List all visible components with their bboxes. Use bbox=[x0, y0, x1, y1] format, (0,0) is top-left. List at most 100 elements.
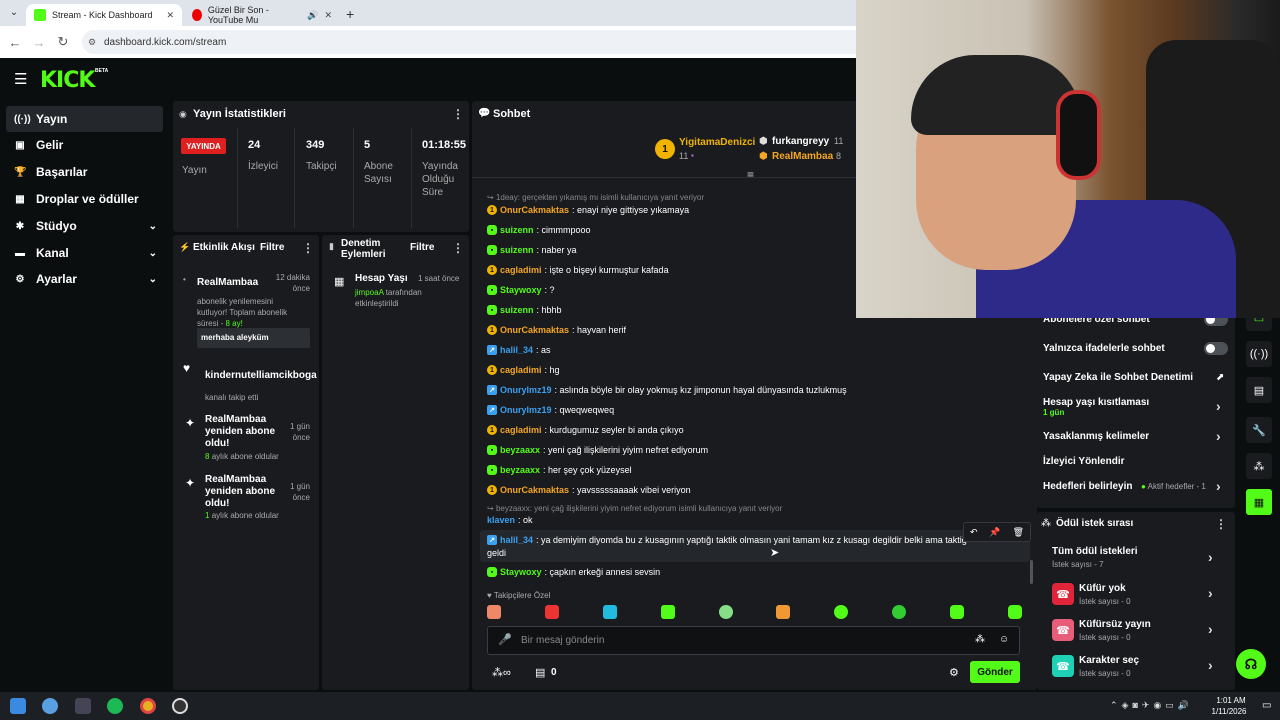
emotes-only-toggle[interactable] bbox=[1204, 342, 1228, 355]
site-info-icon[interactable]: ⚙ bbox=[88, 37, 96, 48]
points-icon[interactable]: ⁂∞ bbox=[492, 666, 511, 679]
chevron-right-icon[interactable]: › bbox=[1216, 428, 1221, 444]
chat-username[interactable]: OnurCakmaktas bbox=[500, 325, 569, 335]
chevron-right-icon[interactable]: › bbox=[1216, 478, 1221, 494]
reward-item[interactable]: Küfürsüz yayın bbox=[1079, 619, 1151, 630]
chat-message[interactable]: ▪ beyzaaxx: yeni çağ ilişkilerini yiyim n… bbox=[487, 445, 708, 455]
chat-username[interactable]: Onurylmz19 bbox=[500, 405, 552, 415]
chat-username[interactable]: halil_34 bbox=[500, 345, 533, 355]
url-field[interactable]: ⚙ dashboard.kick.com/stream bbox=[82, 30, 982, 54]
chat-username[interactable]: klaven bbox=[487, 515, 515, 525]
chat-message[interactable]: ▪ suizenn: cimmmpooo bbox=[487, 225, 591, 235]
chat-username[interactable]: cagladimi bbox=[500, 365, 542, 375]
chat-message[interactable]: ↗ Onurylmz19: qweqweqweq bbox=[487, 405, 614, 415]
kick-logo[interactable]: KICK bbox=[40, 68, 95, 93]
chat-username[interactable]: beyzaaxx bbox=[500, 445, 540, 455]
spotify-icon[interactable] bbox=[107, 698, 123, 714]
chat-message[interactable]: ↗ halil_34: ya demiyim diyomda bu z kusa… bbox=[487, 535, 967, 545]
reward-item[interactable]: Karakter seç bbox=[1079, 655, 1139, 666]
translate-icon[interactable]: ⁂ bbox=[975, 634, 985, 645]
chat-username[interactable]: Staywoxy bbox=[500, 567, 542, 577]
chat-message[interactable]: ▪ beyzaaxx: her şey çok yüzeysel bbox=[487, 465, 632, 475]
help-button[interactable]: ☊ bbox=[1236, 649, 1266, 679]
chevron-right-icon[interactable]: › bbox=[1208, 657, 1213, 673]
reply-icon[interactable]: ↶ bbox=[970, 527, 978, 538]
browser-tab-kick[interactable]: Stream - Kick Dashboard ✕ bbox=[26, 4, 182, 26]
activity-filter-button[interactable]: Filtre bbox=[260, 242, 284, 253]
chat-message[interactable]: ▪ Staywoxy: çapkın erkeği annesi sevsin bbox=[487, 567, 660, 577]
setting-goals[interactable]: Hedefleri belirleyin bbox=[1043, 481, 1132, 492]
chat-message[interactable]: ↗ halil_34: as bbox=[487, 345, 551, 355]
notification-icon[interactable]: ▭ bbox=[1262, 700, 1271, 711]
emote-icon[interactable] bbox=[602, 605, 617, 619]
chat-message[interactable]: ↗ Onurylmz19: aslında böyle bir olay yokm… bbox=[487, 385, 847, 395]
chat-username[interactable]: Staywoxy bbox=[500, 285, 542, 295]
chat-message[interactable]: 1 cagladimi: kurdugumuz seyler bi anda çı… bbox=[487, 425, 684, 435]
app-icon[interactable] bbox=[42, 698, 58, 714]
pinned-toggle-icon[interactable]: ≡ bbox=[747, 168, 754, 182]
external-link-icon[interactable]: ⬈ bbox=[1216, 372, 1224, 383]
windows-start-icon[interactable] bbox=[10, 698, 26, 714]
chat-message[interactable]: 1 cagladimi: işte o bişeyi kurmuştur kafa… bbox=[487, 265, 669, 275]
chat-message[interactable]: ▪ suizenn: naber ya bbox=[487, 245, 577, 255]
chat-username[interactable]: cagladimi bbox=[500, 265, 542, 275]
emote-icon[interactable] bbox=[834, 605, 849, 619]
sidebar-item-basarilar[interactable]: 🏆 Başarılar bbox=[6, 159, 163, 185]
rail-wrench-button[interactable]: 🔧 bbox=[1246, 417, 1272, 443]
emote-icon[interactable] bbox=[776, 605, 791, 619]
more-options-icon[interactable]: ⋮ bbox=[1215, 517, 1227, 531]
sidebar-item-gelir[interactable]: ▣ Gelir bbox=[6, 132, 163, 158]
chat-username[interactable]: beyzaaxx bbox=[500, 465, 540, 475]
pin-icon[interactable]: 📌 bbox=[989, 527, 1000, 538]
emote-icon[interactable] bbox=[950, 605, 964, 619]
reload-icon[interactable]: ↻ bbox=[54, 33, 72, 51]
chat-username[interactable]: suizenn bbox=[500, 225, 534, 235]
chat-message[interactable]: 1 OnurCakmaktas: enayi niye gittiyse yıka… bbox=[487, 205, 689, 215]
chevron-down-icon[interactable]: ⌄ bbox=[149, 221, 157, 232]
chat-message[interactable]: 1 OnurCakmaktas: hayvan herif bbox=[487, 325, 626, 335]
sidebar-item-kanal[interactable]: ▬ Kanal ⌄ bbox=[6, 240, 163, 266]
chevron-right-icon[interactable]: › bbox=[1208, 585, 1213, 601]
reward-item[interactable]: Küfür yok bbox=[1079, 583, 1126, 594]
setting-redirect[interactable]: İzleyici Yönlendir bbox=[1043, 456, 1125, 467]
chat-username[interactable]: suizenn bbox=[500, 305, 534, 315]
sidebar-item-studyo[interactable]: ✱ Stüdyo ⌄ bbox=[6, 213, 163, 239]
chevron-down-icon[interactable]: ⌄ bbox=[149, 274, 157, 285]
menu-icon[interactable]: ☰ bbox=[14, 70, 27, 88]
browser-tab-youtube[interactable]: Güzel Bir Son - YouTube Mu 🔊 ✕ bbox=[184, 4, 340, 26]
chat-username[interactable]: Onurylmz19 bbox=[500, 385, 552, 395]
chat-message[interactable]: ▪ suizenn: hbhb bbox=[487, 305, 562, 315]
event-user[interactable]: RealMambaa yeniden abone oldu! bbox=[205, 474, 275, 510]
trash-icon[interactable]: 🗑 bbox=[1013, 527, 1024, 538]
top-gifter-name[interactable]: RealMambaa bbox=[772, 151, 833, 162]
top-gifter-name[interactable]: YigitamaDenizci bbox=[679, 137, 755, 148]
top-gifter-name[interactable]: furkangreyy bbox=[772, 136, 829, 147]
chat-username[interactable]: cagladimi bbox=[500, 425, 542, 435]
setting-banned-words[interactable]: Yasaklanmış kelimeler bbox=[1043, 431, 1149, 442]
moderation-filter-button[interactable]: Filtre bbox=[410, 242, 434, 253]
chrome-icon[interactable] bbox=[140, 698, 156, 714]
rail-clapper-button[interactable]: ▦ bbox=[1246, 489, 1272, 515]
close-tab-icon[interactable]: ✕ bbox=[166, 10, 174, 21]
rail-rewards-button[interactable]: ⁂ bbox=[1246, 453, 1272, 479]
more-options-icon[interactable]: ⋮ bbox=[452, 241, 464, 255]
tab-list-button[interactable]: ⌄ bbox=[6, 7, 22, 23]
emote-icon[interactable] bbox=[1007, 605, 1022, 619]
setting-account-age[interactable]: Hesap yaşı kısıtlaması bbox=[1043, 397, 1149, 408]
sidebar-item-droplar[interactable]: ▦ Droplar ve ödüller bbox=[6, 186, 163, 212]
app-icon[interactable] bbox=[75, 698, 91, 714]
chat-message[interactable]: ▪ Staywoxy: ? bbox=[487, 285, 555, 295]
chat-username[interactable]: OnurCakmaktas bbox=[500, 205, 569, 215]
emote-icon[interactable] bbox=[544, 605, 559, 619]
emote-icon[interactable] bbox=[660, 605, 675, 619]
send-button[interactable]: Gönder bbox=[970, 661, 1020, 683]
sidebar-item-ayarlar[interactable]: ⚙ Ayarlar ⌄ bbox=[6, 266, 163, 292]
event-user[interactable]: kindernutelliamcikboga bbox=[205, 370, 317, 381]
chat-username[interactable]: suizenn bbox=[500, 245, 534, 255]
more-options-icon[interactable]: ⋮ bbox=[452, 107, 464, 121]
close-tab-icon[interactable]: ✕ bbox=[324, 10, 332, 21]
chevron-right-icon[interactable]: › bbox=[1208, 621, 1213, 637]
more-options-icon[interactable]: ⋮ bbox=[302, 241, 314, 255]
obs-icon[interactable] bbox=[172, 698, 188, 714]
emote-icon[interactable] bbox=[892, 605, 907, 619]
